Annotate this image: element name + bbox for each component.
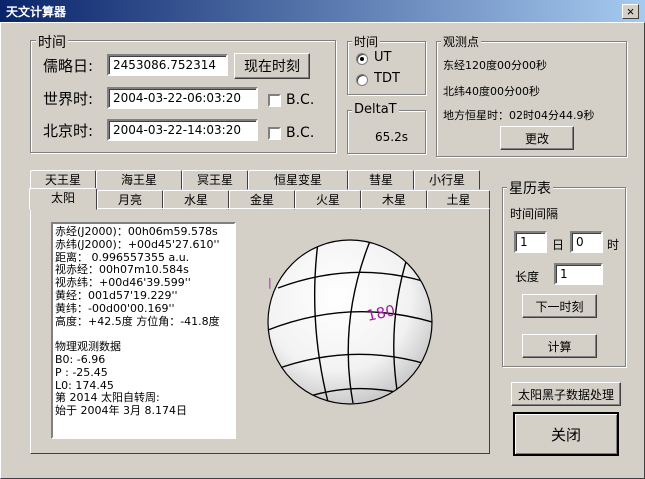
bj-bc-label: B.C. (286, 125, 315, 141)
info-line: 始于 2004年 3月 8.174日 (55, 404, 187, 418)
tab-mars[interactable]: 火星 (295, 190, 361, 210)
observer-latitude: 北纬40度00分00秒 (443, 85, 540, 98)
info-line: 黄纬：-00d00'00.169'' (55, 301, 175, 315)
tab-moon[interactable]: 月亮 (97, 190, 163, 210)
timescale-legend: 时间 (352, 33, 381, 50)
window-close-button[interactable]: × (622, 4, 639, 19)
deltat-legend: DeltaT (352, 102, 399, 117)
time-group-legend: 时间 (36, 32, 68, 52)
length-input[interactable] (554, 263, 603, 285)
local-sidereal-time: 地方恒星时：02时04分44.9秒 (443, 109, 595, 122)
julian-day-label: 儒略日: (43, 57, 94, 75)
next-time-button[interactable]: 下一时刻 (522, 294, 597, 318)
interval-hour-input[interactable] (570, 231, 603, 253)
ut-bc-label: B.C. (286, 92, 315, 108)
tab-neptune[interactable]: 海王星 (96, 170, 182, 190)
ut-radio-label: UT (374, 50, 392, 65)
ut-radio[interactable] (356, 53, 368, 65)
bj-bc-checkbox[interactable] (268, 127, 281, 140)
observer-legend: 观测点 (441, 33, 482, 50)
julian-day-input[interactable] (107, 54, 228, 76)
info-line: B0: -6.96 (55, 352, 106, 366)
deltat-value: 65.2s (375, 130, 408, 144)
sun-globe: 180 | (267, 239, 433, 405)
tab-comets[interactable]: 彗星 (348, 170, 414, 190)
sunspot-data-button[interactable]: 太阳黑子数据处理 (511, 382, 621, 406)
tab-mercury[interactable]: 水星 (163, 190, 229, 210)
tab-saturn[interactable]: 土星 (427, 190, 490, 210)
window-title: 天文计算器 (6, 5, 67, 19)
compute-button[interactable]: 计算 (522, 334, 597, 358)
globe-edge-label: | (268, 276, 272, 289)
universal-time-input[interactable] (107, 87, 258, 109)
title-bar (0, 0, 645, 22)
tab-uranus[interactable]: 天王星 (30, 170, 96, 190)
info-line: 赤经(J2000)：00h06m59.578s (55, 225, 218, 238)
change-observer-button[interactable]: 更改 (500, 126, 574, 150)
universal-time-label: 世界时: (43, 90, 94, 108)
info-line: 赤纬(J2000)：+00d45'27.610'' (55, 237, 220, 251)
tab-venus[interactable]: 金星 (229, 190, 295, 210)
interval-label: 时间间隔 (510, 207, 559, 221)
tab-asteroids[interactable]: 小行星 (414, 170, 480, 190)
tab-sun[interactable]: 太阳 (29, 188, 97, 210)
tab-variable-stars[interactable]: 恒星变星 (248, 170, 348, 190)
ut-bc-checkbox[interactable] (268, 94, 281, 107)
tdt-radio[interactable] (356, 74, 368, 86)
info-line: 黄经：001d57'19.229'' (55, 288, 178, 302)
close-button[interactable]: 关闭 (513, 412, 619, 456)
now-button[interactable]: 现在时刻 (234, 53, 310, 79)
beijing-time-input[interactable] (107, 119, 258, 141)
info-line: 高度：+42.5度 方位角：-41.8度 (55, 314, 220, 328)
tdt-radio-label: TDT (374, 71, 400, 86)
interval-day-unit: 日 (552, 238, 565, 252)
interval-hour-unit: 时 (607, 238, 620, 252)
tab-pluto[interactable]: 冥王星 (182, 170, 248, 190)
interval-day-input[interactable] (514, 231, 547, 253)
beijing-time-label: 北京时: (43, 122, 94, 140)
length-label: 长度 (515, 270, 540, 284)
sun-info-textbox[interactable]: 赤经(J2000)：00h06m59.578s 赤纬(J2000)：+00d45… (51, 222, 236, 439)
info-line: P : -25.45 (55, 365, 108, 379)
observer-longitude: 东经120度00分00秒 (443, 59, 547, 72)
ephemeris-legend: 星历表 (507, 178, 553, 198)
tab-jupiter[interactable]: 木星 (361, 190, 427, 210)
